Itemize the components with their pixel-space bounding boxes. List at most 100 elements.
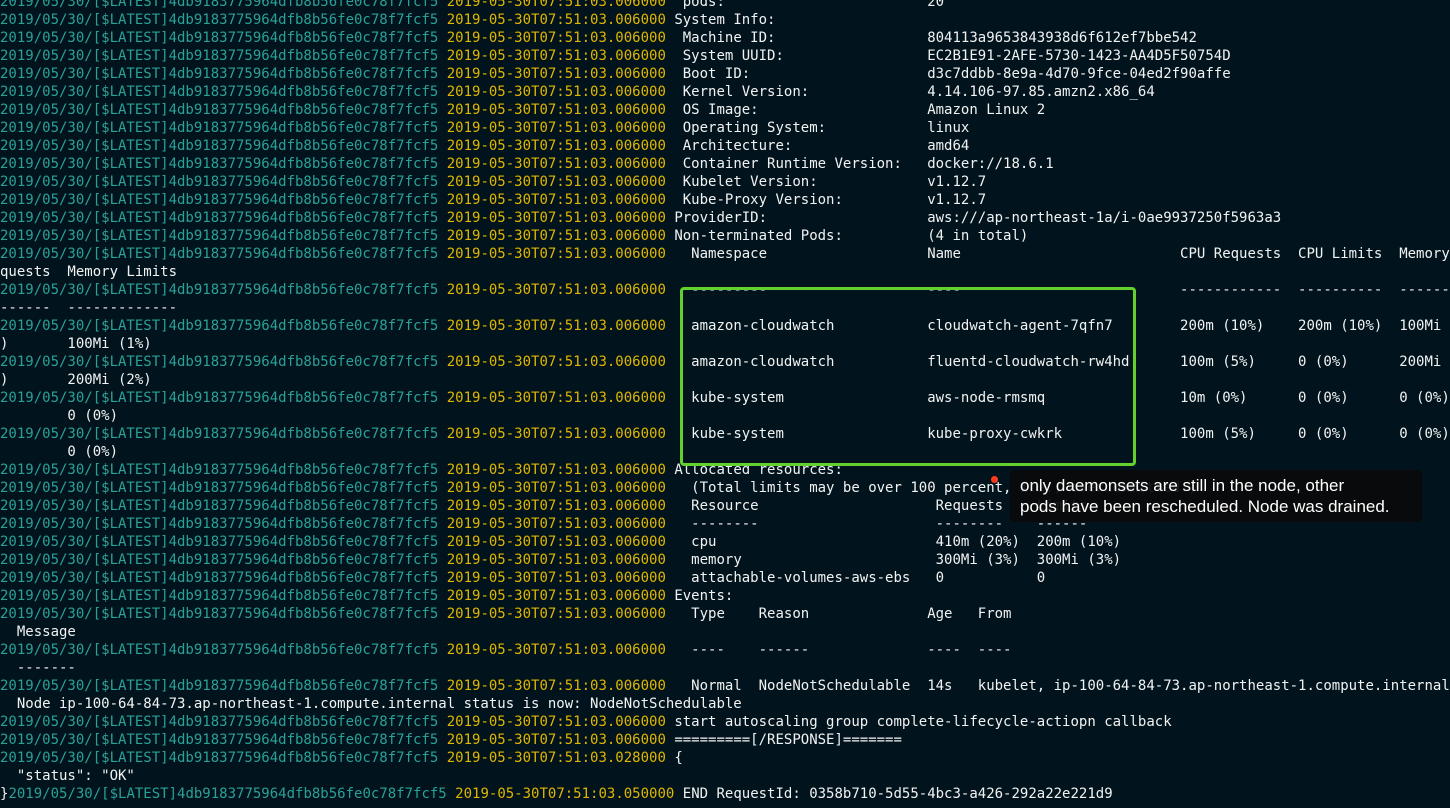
tooltip-line: only daemonsets are still in the node, o…	[1020, 476, 1345, 495]
log-message: Kube-Proxy Version: v1.12.7	[674, 192, 987, 208]
log-group: 2019/05/30/[$LATEST]4db9183775964dfb8b56…	[0, 102, 439, 118]
log-timestamp: 2019-05-30T07:51:03.006000	[446, 480, 666, 496]
log-group: 2019/05/30/[$LATEST]4db9183775964dfb8b56…	[0, 84, 439, 100]
log-timestamp: 2019-05-30T07:51:03.006000	[446, 498, 666, 514]
log-line: 2019/05/30/[$LATEST]4db9183775964dfb8b56…	[0, 191, 1450, 209]
log-message: Architecture: amd64	[674, 138, 970, 154]
log-message: Events:	[674, 588, 734, 604]
log-group: 2019/05/30/[$LATEST]4db9183775964dfb8b56…	[0, 282, 439, 298]
log-timestamp: 2019-05-30T07:51:03.006000	[446, 606, 666, 622]
log-group: 2019/05/30/[$LATEST]4db9183775964dfb8b56…	[0, 390, 439, 406]
log-line: 2019/05/30/[$LATEST]4db9183775964dfb8b56…	[0, 47, 1450, 65]
log-line: 2019/05/30/[$LATEST]4db9183775964dfb8b56…	[0, 677, 1450, 695]
log-group: 2019/05/30/[$LATEST]4db9183775964dfb8b56…	[0, 138, 439, 154]
log-line: 2019/05/30/[$LATEST]4db9183775964dfb8b56…	[0, 425, 1450, 443]
log-line: 2019/05/30/[$LATEST]4db9183775964dfb8b56…	[0, 65, 1450, 83]
log-message: Non-terminated Pods: (4 in total)	[674, 228, 1029, 244]
log-group: 2019/05/30/[$LATEST]4db9183775964dfb8b56…	[0, 210, 439, 226]
log-line: 2019/05/30/[$LATEST]4db9183775964dfb8b56…	[0, 533, 1450, 551]
log-line: }2019/05/30/[$LATEST]4db9183775964dfb8b5…	[0, 785, 1450, 803]
log-line: 2019/05/30/[$LATEST]4db9183775964dfb8b56…	[0, 317, 1450, 335]
log-message: --------- ---- ------------ ---------- -…	[674, 282, 1450, 298]
wrapped-line: ) 100Mi (1%)	[0, 336, 152, 352]
log-group: 2019/05/30/[$LATEST]4db9183775964dfb8b56…	[0, 156, 439, 172]
log-line: 2019/05/30/[$LATEST]4db9183775964dfb8b56…	[0, 551, 1450, 569]
log-timestamp: 2019-05-30T07:51:03.006000	[446, 282, 666, 298]
log-timestamp: 2019-05-30T07:51:03.006000	[446, 732, 666, 748]
log-timestamp: 2019-05-30T07:51:03.006000	[446, 426, 666, 442]
log-line: 2019/05/30/[$LATEST]4db9183775964dfb8b56…	[0, 11, 1450, 29]
wrapped-line: ------ -------------	[0, 300, 178, 316]
wrapped-line: 0 (0%)	[0, 444, 119, 460]
log-group: 2019/05/30/[$LATEST]4db9183775964dfb8b56…	[0, 606, 439, 622]
log-group: 2019/05/30/[$LATEST]4db9183775964dfb8b56…	[0, 192, 439, 208]
log-group: 2019/05/30/[$LATEST]4db9183775964dfb8b56…	[0, 642, 439, 658]
log-timestamp: 2019-05-30T07:51:03.006000	[446, 0, 666, 10]
log-timestamp: 2019-05-30T07:51:03.006000	[446, 84, 666, 100]
log-group: 2019/05/30/[$LATEST]4db9183775964dfb8b56…	[0, 48, 439, 64]
log-message: =========[/RESPONSE]=======	[674, 732, 902, 748]
log-timestamp: 2019-05-30T07:51:03.006000	[446, 642, 666, 658]
log-message: System Info:	[674, 12, 776, 28]
log-group: 2019/05/30/[$LATEST]4db9183775964dfb8b56…	[0, 12, 439, 28]
log-timestamp: 2019-05-30T07:51:03.006000	[446, 174, 666, 190]
log-group: 2019/05/30/[$LATEST]4db9183775964dfb8b56…	[0, 174, 439, 190]
wrapped-line: -------	[0, 660, 76, 676]
wrapped-line: Message	[0, 624, 76, 640]
log-message: Container Runtime Version: docker://18.6…	[674, 156, 1054, 172]
log-line: 2019/05/30/[$LATEST]4db9183775964dfb8b56…	[0, 605, 1450, 623]
log-group: 2019/05/30/[$LATEST]4db9183775964dfb8b56…	[0, 0, 439, 10]
log-message: ---- ------ ---- ----	[674, 642, 1012, 658]
tooltip-line: pods have been rescheduled. Node was dra…	[1020, 497, 1390, 516]
log-message: amazon-cloudwatch cloudwatch-agent-7qfn7…	[674, 318, 1450, 334]
log-timestamp: 2019-05-30T07:51:03.006000	[446, 228, 666, 244]
wrapped-line: quests Memory Limits	[0, 264, 178, 280]
log-group: 2019/05/30/[$LATEST]4db9183775964dfb8b56…	[0, 570, 439, 586]
log-message: Allocated resources:	[674, 462, 843, 478]
log-timestamp: 2019-05-30T07:51:03.006000	[446, 48, 666, 64]
log-timestamp: 2019-05-30T07:51:03.006000	[446, 192, 666, 208]
wrapped-line: "status": "OK"	[0, 768, 135, 784]
log-message: END RequestId: 0358b710-5d55-4bc3-a426-2…	[682, 786, 1113, 802]
log-message: start autoscaling group complete-lifecyc…	[674, 714, 1172, 730]
log-line: 2019/05/30/[$LATEST]4db9183775964dfb8b56…	[0, 119, 1450, 137]
log-timestamp: 2019-05-30T07:51:03.006000	[446, 12, 666, 28]
log-timestamp: 2019-05-30T07:51:03.050000	[455, 786, 675, 802]
log-group: 2019/05/30/[$LATEST]4db9183775964dfb8b56…	[0, 30, 439, 46]
log-group: 2019/05/30/[$LATEST]4db9183775964dfb8b56…	[0, 66, 439, 82]
log-group: 2019/05/30/[$LATEST]4db9183775964dfb8b56…	[0, 246, 439, 262]
log-message: Machine ID: 804113a9653843938d6f612ef7bb…	[674, 30, 1197, 46]
log-message: Kubelet Version: v1.12.7	[674, 174, 987, 190]
log-group: 2019/05/30/[$LATEST]4db9183775964dfb8b56…	[0, 462, 439, 478]
log-message: Normal NodeNotSchedulable 14s kubelet, i…	[674, 678, 1450, 694]
log-line: 2019/05/30/[$LATEST]4db9183775964dfb8b56…	[0, 749, 1450, 767]
log-group: 2019/05/30/[$LATEST]4db9183775964dfb8b56…	[0, 228, 439, 244]
log-line: 2019/05/30/[$LATEST]4db9183775964dfb8b56…	[0, 713, 1450, 731]
log-line: 2019/05/30/[$LATEST]4db9183775964dfb8b56…	[0, 389, 1450, 407]
log-message: attachable-volumes-aws-ebs 0 0	[674, 570, 1046, 586]
log-timestamp: 2019-05-30T07:51:03.006000	[446, 714, 666, 730]
wrapped-line: ) 200Mi (2%)	[0, 372, 152, 388]
log-message: OS Image: Amazon Linux 2	[674, 102, 1046, 118]
log-line: 2019/05/30/[$LATEST]4db9183775964dfb8b56…	[0, 569, 1450, 587]
log-message: Boot ID: d3c7ddbb-8e9a-4d70-9fce-04ed2f9…	[674, 66, 1231, 82]
log-line: 2019/05/30/[$LATEST]4db9183775964dfb8b56…	[0, 641, 1450, 659]
log-timestamp: 2019-05-30T07:51:03.006000	[446, 552, 666, 568]
log-message: System UUID: EC2B1E91-2AFE-5730-1423-AA4…	[674, 48, 1231, 64]
log-message: ProviderID: aws:///ap-northeast-1a/i-0ae…	[674, 210, 1282, 226]
log-group: 2019/05/30/[$LATEST]4db9183775964dfb8b56…	[0, 426, 439, 442]
log-group: 2019/05/30/[$LATEST]4db9183775964dfb8b56…	[0, 120, 439, 136]
log-group: 2019/05/30/[$LATEST]4db9183775964dfb8b56…	[0, 732, 439, 748]
log-line: 2019/05/30/[$LATEST]4db9183775964dfb8b56…	[0, 101, 1450, 119]
log-message: {	[674, 750, 683, 766]
log-group: 2019/05/30/[$LATEST]4db9183775964dfb8b56…	[8, 786, 447, 802]
wrapped-line: 0 (0%)	[0, 408, 119, 424]
wrapped-line: Node ip-100-64-84-73.ap-northeast-1.comp…	[0, 696, 742, 712]
log-group: 2019/05/30/[$LATEST]4db9183775964dfb8b56…	[0, 318, 439, 334]
log-line: 2019/05/30/[$LATEST]4db9183775964dfb8b56…	[0, 83, 1450, 101]
log-line: 2019/05/30/[$LATEST]4db9183775964dfb8b56…	[0, 227, 1450, 245]
log-line: 2019/05/30/[$LATEST]4db9183775964dfb8b56…	[0, 137, 1450, 155]
terminal-log: 2019/05/30/[$LATEST]4db9183775964dfb8b56…	[0, 0, 1450, 803]
log-timestamp: 2019-05-30T07:51:03.006000	[446, 138, 666, 154]
log-message: kube-system kube-proxy-cwkrk 100m (5%) 0…	[674, 426, 1450, 442]
